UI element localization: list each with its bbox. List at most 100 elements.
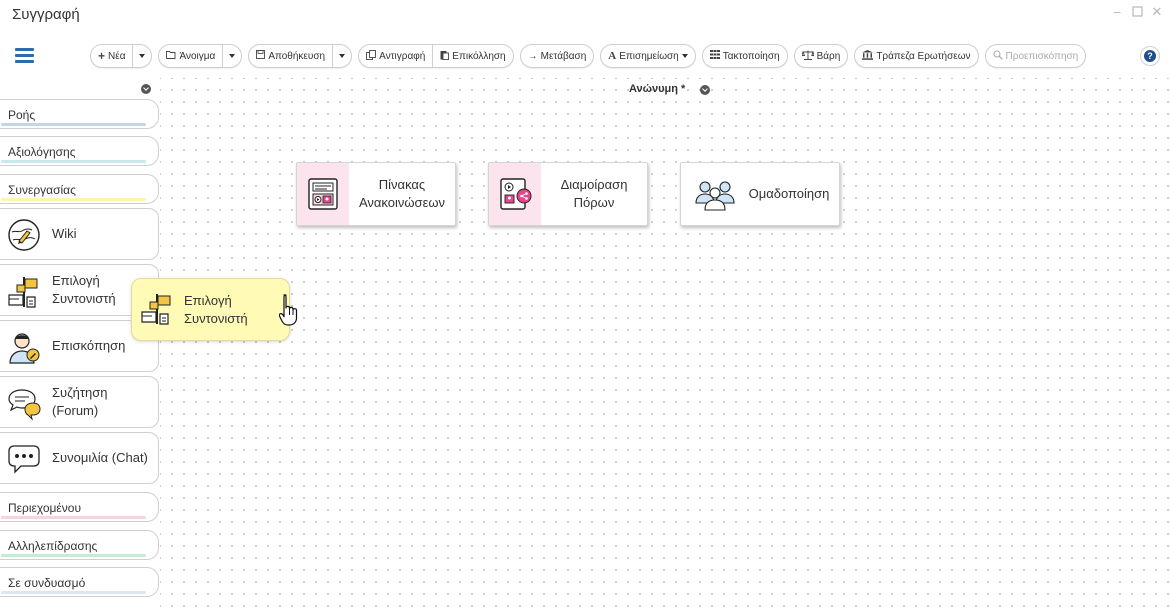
goto-group: → Μετάβαση — [519, 44, 595, 68]
arrange-group: Τακτοποίηση — [701, 44, 788, 68]
annotate-label: Επισημείωση — [619, 50, 679, 62]
design-canvas[interactable] — [160, 78, 1170, 613]
forum-icon — [7, 387, 41, 421]
category-color-bar — [1, 198, 146, 201]
sidebar-item-wiki[interactable]: Wiki — [0, 208, 159, 260]
grid-icon — [709, 50, 720, 62]
weights-group: Βάρη — [793, 44, 849, 68]
sidebar-item-forum[interactable]: Συζήτηση (Forum) — [0, 376, 159, 428]
dragged-activity-label: Επιλογή Συντονιστή — [184, 293, 248, 326]
category-color-bar — [1, 591, 146, 594]
dragged-activity[interactable]: Επιλογή Συντονιστή — [131, 278, 290, 341]
category-color-bar — [1, 123, 146, 126]
sidebar-item-chat[interactable]: Συνομιλία (Chat) — [0, 432, 159, 484]
caret-down-icon — [339, 54, 346, 58]
question-bank-label: Τράπεζα Ερωτήσεων — [876, 50, 971, 62]
bank-icon — [862, 49, 874, 63]
noticeboard-icon — [308, 178, 340, 212]
category-label: Αξιολόγησης — [8, 145, 76, 159]
copy-icon — [366, 49, 377, 63]
weights-label: Βάρη — [816, 50, 841, 62]
arrow-right-icon: → — [527, 50, 538, 62]
balance-scale-icon — [801, 50, 815, 63]
sidebar-item-label: Συνομιλία (Chat) — [52, 450, 148, 465]
window-controls: – ✕ — [1110, 4, 1164, 18]
help-button[interactable]: ? — [1140, 46, 1160, 66]
leader-selection-icon — [140, 292, 174, 326]
hand-cursor-icon — [278, 293, 299, 327]
save-button[interactable]: Αποθήκευση — [249, 45, 332, 67]
category-color-bar — [1, 516, 146, 519]
activity-node-share-resources[interactable]: Διαμοίραση Πόρων — [488, 162, 648, 226]
save-icon — [256, 50, 266, 62]
arrange-label: Τακτοποίηση — [722, 50, 780, 62]
goto-button[interactable]: → Μετάβαση — [521, 45, 594, 67]
copy-button[interactable]: Αντιγραφή — [359, 45, 432, 67]
new-button[interactable]: + Νέα — [91, 45, 132, 67]
category-combined[interactable]: Σε συνδυασμό — [0, 567, 159, 597]
save-dropdown-button[interactable] — [332, 45, 351, 67]
font-icon: A — [608, 50, 617, 62]
minimize-icon[interactable]: – — [1110, 4, 1124, 18]
chat-icon — [7, 443, 41, 475]
save-label: Αποθήκευση — [268, 50, 326, 62]
share-resources-icon — [500, 178, 532, 212]
leader-selection-icon — [7, 275, 41, 308]
question-bank-group: Τράπεζα Ερωτήσεων — [854, 44, 979, 68]
canvas-title: Ανώνυμη * — [629, 83, 686, 95]
preview-group: Προεπισκόπηση — [984, 44, 1087, 68]
grouping-icon — [695, 179, 735, 213]
save-button-group: Αποθήκευση — [248, 44, 353, 68]
node-label: Ομαδοποίηση — [748, 186, 830, 201]
toolbar: + Νέα Άνοιγμα Αποθήκευση Αντιγραφή Επικό… — [90, 44, 1087, 68]
category-assessment[interactable]: Αξιολόγησης — [0, 136, 159, 166]
open-dropdown-button[interactable] — [222, 45, 241, 67]
wiki-icon — [7, 219, 41, 251]
close-icon[interactable]: ✕ — [1150, 4, 1164, 18]
annotate-button[interactable]: A Επισημείωση — [601, 45, 694, 67]
caret-down-icon — [139, 54, 146, 58]
category-label: Αλληλεπίδρασης — [8, 539, 98, 553]
goto-label: Μετάβαση — [540, 50, 587, 62]
weights-button[interactable]: Βάρη — [795, 45, 848, 67]
maximize-icon[interactable] — [1130, 4, 1144, 18]
preview-button[interactable]: Προεπισκόπηση — [986, 45, 1086, 67]
folder-open-icon — [166, 50, 176, 62]
sidebar-item-label: Συζήτηση (Forum) — [52, 385, 108, 418]
node-label: Διαμοίραση Πόρων — [560, 177, 628, 210]
plus-icon: + — [98, 49, 106, 63]
sidebar-collapse-chevron-icon[interactable] — [141, 84, 151, 94]
canvas-options-chevron-icon[interactable] — [700, 85, 710, 95]
category-label: Ροής — [8, 108, 36, 122]
open-button-group: Άνοιγμα — [158, 44, 243, 68]
annotate-group: A Επισημείωση — [600, 44, 696, 68]
search-icon — [993, 50, 1003, 63]
peer-review-icon — [7, 331, 41, 364]
copy-label: Αντιγραφή — [379, 50, 426, 62]
activity-node-noticeboard[interactable]: Πίνακας Ανακοινώσεων — [296, 162, 456, 226]
new-button-group: + Νέα — [90, 44, 153, 68]
arrange-button[interactable]: Τακτοποίηση — [703, 45, 787, 67]
paste-button[interactable]: Επικόλληση — [432, 45, 512, 67]
window-title: Συγγραφή — [12, 6, 80, 23]
category-collaboration[interactable]: Συνεργασίας — [0, 174, 159, 204]
clipboard-group: Αντιγραφή Επικόλληση — [358, 44, 514, 68]
open-button[interactable]: Άνοιγμα — [159, 45, 222, 67]
caret-down-icon — [229, 54, 236, 58]
open-label: Άνοιγμα — [179, 50, 216, 62]
title-bar: Συγγραφή – ✕ — [0, 0, 1170, 30]
menu-icon[interactable] — [15, 48, 34, 64]
preview-label: Προεπισκόπηση — [1005, 50, 1079, 62]
category-interaction[interactable]: Αλληλεπίδρασης — [0, 530, 159, 560]
paste-label: Επικόλληση — [452, 50, 506, 62]
category-color-bar — [1, 554, 146, 557]
category-content[interactable]: Περιεχομένου — [0, 492, 159, 522]
question-bank-button[interactable]: Τράπεζα Ερωτήσεων — [855, 45, 977, 67]
new-dropdown-button[interactable] — [132, 45, 151, 67]
category-color-bar — [1, 160, 146, 163]
question-icon: ? — [1144, 50, 1156, 62]
category-label: Περιεχομένου — [8, 501, 82, 515]
category-label: Σε συνδυασμό — [8, 576, 86, 590]
category-flow[interactable]: Ροής — [0, 99, 159, 129]
activity-node-grouping[interactable]: Ομαδοποίηση — [680, 162, 840, 226]
